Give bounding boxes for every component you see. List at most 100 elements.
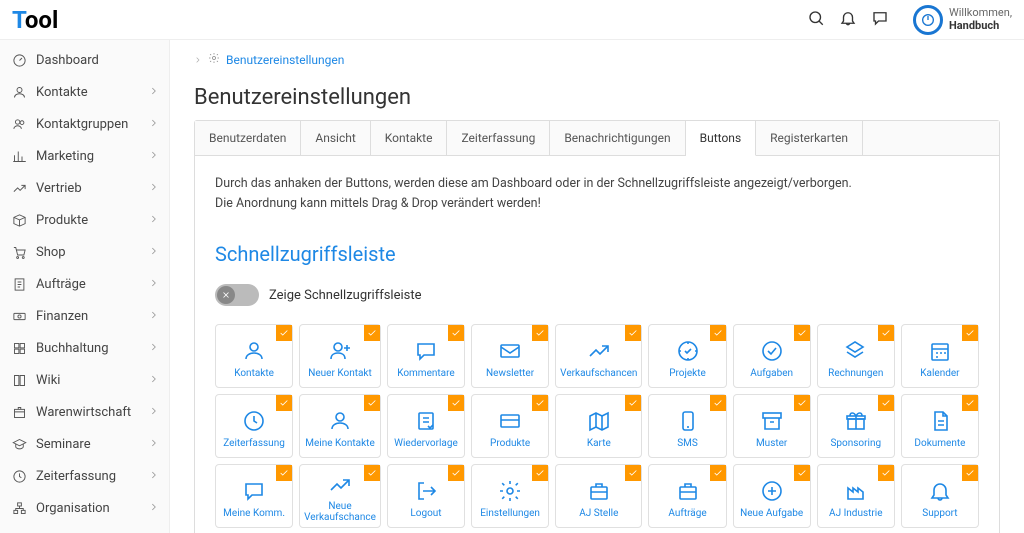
tile-aj-stelle[interactable]: AJ Stelle xyxy=(555,464,642,528)
checked-badge[interactable] xyxy=(276,325,292,341)
tile-einstellungen[interactable]: Einstellungen xyxy=(471,464,549,528)
sidebar-item-buchhaltung[interactable]: Buchhaltung xyxy=(0,332,169,364)
user-icon xyxy=(327,408,353,434)
sidebar-item-zeiterfassung[interactable]: Zeiterfassung xyxy=(0,460,169,492)
tab-zeiterfassung[interactable]: Zeiterfassung xyxy=(447,121,550,155)
sidebar-item-vertrieb[interactable]: Vertrieb xyxy=(0,172,169,204)
chevron-right-icon xyxy=(149,309,159,324)
tile-meine-kontakte[interactable]: Meine Kontakte xyxy=(299,394,381,458)
checked-badge[interactable] xyxy=(794,465,810,481)
tile-wiedervorlage[interactable]: Wiedervorlage xyxy=(387,394,465,458)
quickaccess-grid: Kontakte Neuer Kontakt Kommentare Newsle… xyxy=(215,324,979,528)
checked-badge[interactable] xyxy=(448,325,464,341)
checked-badge[interactable] xyxy=(448,395,464,411)
checked-badge[interactable] xyxy=(878,325,894,341)
checked-badge[interactable] xyxy=(364,395,380,411)
logo-ool: ool xyxy=(25,6,58,34)
checked-badge[interactable] xyxy=(364,465,380,481)
checked-badge[interactable] xyxy=(364,325,380,341)
tile-label: Einstellungen xyxy=(480,508,540,519)
sidebar-item-dashboard[interactable]: Dashboard xyxy=(0,44,169,76)
checked-badge[interactable] xyxy=(962,325,978,341)
tile-sponsoring[interactable]: Sponsoring xyxy=(817,394,895,458)
tile-auftr-ge[interactable]: Aufträge xyxy=(648,464,726,528)
checked-badge[interactable] xyxy=(710,325,726,341)
industry-icon xyxy=(843,478,869,504)
checked-badge[interactable] xyxy=(532,325,548,341)
sidebar-item-label: Dashboard xyxy=(36,53,159,68)
checked-badge[interactable] xyxy=(448,465,464,481)
tab-benutzerdaten[interactable]: Benutzerdaten xyxy=(195,121,301,155)
sidebar-item-kontaktgruppen[interactable]: Kontaktgruppen xyxy=(0,108,169,140)
clock-icon xyxy=(10,467,28,485)
sidebar-item-seminare[interactable]: Seminare xyxy=(0,428,169,460)
checked-badge[interactable] xyxy=(962,465,978,481)
sidebar-item-produkte[interactable]: Produkte xyxy=(0,204,169,236)
tile-karte[interactable]: Karte xyxy=(555,394,642,458)
chevron-right-icon xyxy=(149,501,159,516)
tile-produkte[interactable]: Produkte xyxy=(471,394,549,458)
sidebar-item-label: Kontaktgruppen xyxy=(36,117,149,132)
tab-benachrichtigungen[interactable]: Benachrichtigungen xyxy=(550,121,685,155)
checked-badge[interactable] xyxy=(276,465,292,481)
tile-support[interactable]: Support xyxy=(901,464,979,528)
tile-verkaufschancen[interactable]: Verkaufschancen xyxy=(555,324,642,388)
tab-registerkarten[interactable]: Registerkarten xyxy=(756,121,863,155)
checked-badge[interactable] xyxy=(794,395,810,411)
checked-badge[interactable] xyxy=(794,325,810,341)
checked-badge[interactable] xyxy=(962,395,978,411)
tab-buttons[interactable]: Buttons xyxy=(686,121,757,156)
tile-sms[interactable]: SMS xyxy=(648,394,726,458)
tile-label: Rechnungen xyxy=(828,368,883,379)
checked-badge[interactable] xyxy=(276,395,292,411)
tile-meine-komm-[interactable]: Meine Komm. xyxy=(215,464,293,528)
tile-dokumente[interactable]: Dokumente xyxy=(901,394,979,458)
search-icon[interactable] xyxy=(807,9,825,31)
tile-zeiterfassung[interactable]: Zeiterfassung xyxy=(215,394,293,458)
tile-aj-industrie[interactable]: AJ Industrie xyxy=(817,464,895,528)
tile-kommentare[interactable]: Kommentare xyxy=(387,324,465,388)
toggle-label: Zeige Schnellzugriffsleiste xyxy=(269,288,422,303)
checked-badge[interactable] xyxy=(532,465,548,481)
checked-badge[interactable] xyxy=(625,395,641,411)
app-logo: Tool xyxy=(12,6,58,34)
tile-rechnungen[interactable]: Rechnungen xyxy=(817,324,895,388)
tab-kontakte[interactable]: Kontakte xyxy=(371,121,448,155)
sidebar-item-warenwirtschaft[interactable]: Warenwirtschaft xyxy=(0,396,169,428)
tile-kontakte[interactable]: Kontakte xyxy=(215,324,293,388)
sidebar-item-label: Warenwirtschaft xyxy=(36,405,149,420)
bell-icon[interactable] xyxy=(839,9,857,31)
checked-badge[interactable] xyxy=(878,465,894,481)
sidebar-item-finanzen[interactable]: Finanzen xyxy=(0,300,169,332)
sidebar-item-organisation[interactable]: Organisation xyxy=(0,492,169,524)
sidebar-item-buchungen[interactable]: Buchungen xyxy=(0,524,169,533)
tile-newsletter[interactable]: Newsletter xyxy=(471,324,549,388)
tile-neue-aufgabe[interactable]: Neue Aufgabe xyxy=(733,464,811,528)
sidebar-item-label: Produkte xyxy=(36,213,149,228)
checked-badge[interactable] xyxy=(878,395,894,411)
checked-badge[interactable] xyxy=(710,465,726,481)
sidebar-item-marketing[interactable]: Marketing xyxy=(0,140,169,172)
tile-muster[interactable]: Muster xyxy=(733,394,811,458)
tile-logout[interactable]: Logout xyxy=(387,464,465,528)
tile-neuer-kontakt[interactable]: Neuer Kontakt xyxy=(299,324,381,388)
grid-icon xyxy=(10,339,28,357)
tile-neue-verkaufschance[interactable]: Neue Verkaufschance xyxy=(299,464,381,528)
checked-badge[interactable] xyxy=(532,395,548,411)
sidebar-item-kontakte[interactable]: Kontakte xyxy=(0,76,169,108)
checked-badge[interactable] xyxy=(625,465,641,481)
sidebar-item-aufträge[interactable]: Aufträge xyxy=(0,268,169,300)
sidebar-item-wiki[interactable]: Wiki xyxy=(0,364,169,396)
show-quickaccess-toggle[interactable] xyxy=(215,284,259,306)
tile-projekte[interactable]: Projekte xyxy=(648,324,726,388)
comment-icon[interactable] xyxy=(871,9,889,31)
tile-aufgaben[interactable]: Aufgaben xyxy=(733,324,811,388)
sidebar-item-shop[interactable]: Shop xyxy=(0,236,169,268)
user-menu[interactable]: Willkommen, Handbuch xyxy=(913,5,1012,35)
breadcrumb-current[interactable]: Benutzereinstellungen xyxy=(226,53,344,67)
checked-badge[interactable] xyxy=(625,325,641,341)
checked-badge[interactable] xyxy=(710,395,726,411)
chevron-right-icon xyxy=(149,85,159,100)
tab-ansicht[interactable]: Ansicht xyxy=(301,121,370,155)
tile-kalender[interactable]: Kalender xyxy=(901,324,979,388)
